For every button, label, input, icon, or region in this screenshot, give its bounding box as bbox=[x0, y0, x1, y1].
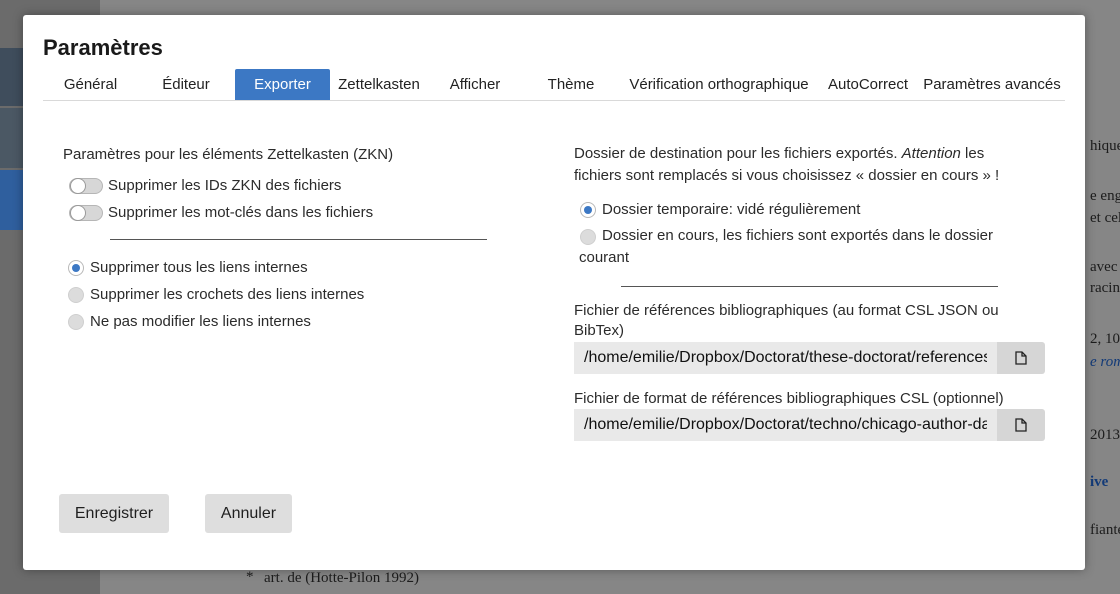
radio-temp-folder[interactable] bbox=[580, 202, 596, 218]
background-text: ive bbox=[1090, 474, 1109, 490]
background-text: 2013 bbox=[1090, 427, 1120, 443]
radio-remove-link-brackets-label: Supprimer les crochets des liens interne… bbox=[90, 286, 365, 303]
background-text: racine bbox=[1090, 280, 1120, 296]
tab-export[interactable]: Exporter bbox=[235, 69, 330, 100]
tab-editor[interactable]: Éditeur bbox=[138, 69, 234, 100]
zkn-section-label: Paramètres pour les éléments Zettelkaste… bbox=[63, 146, 394, 163]
background-text: hique bbox=[1090, 138, 1120, 154]
tab-display[interactable]: Afficher bbox=[427, 69, 523, 100]
destination-description-text: Dossier de destination pour les fichiers… bbox=[574, 145, 902, 162]
right-divider bbox=[621, 286, 998, 287]
tab-theme[interactable]: Thème bbox=[523, 69, 619, 100]
bib-file-label: Fichier de références bibliographiques (… bbox=[574, 302, 999, 339]
toggle-remove-keywords[interactable] bbox=[69, 205, 103, 221]
radio-remove-all-links-label: Supprimer tous les liens internes bbox=[90, 259, 308, 276]
csl-file-input[interactable] bbox=[574, 409, 997, 441]
background-text: e eng bbox=[1090, 188, 1120, 204]
tab-general[interactable]: Général bbox=[43, 69, 138, 100]
settings-dialog: Paramètres Général Éditeur Exporter Zett… bbox=[23, 15, 1085, 570]
radio-temp-folder-label: Dossier temporaire: vidé régulièrement bbox=[602, 201, 861, 218]
background-sidebar-block bbox=[0, 48, 24, 106]
bib-file-input[interactable] bbox=[574, 342, 997, 374]
background-text: et cell bbox=[1090, 210, 1120, 226]
radio-keep-links[interactable] bbox=[68, 314, 84, 330]
dialog-title: Paramètres bbox=[43, 35, 163, 60]
left-divider bbox=[110, 239, 487, 240]
background-text: e rom bbox=[1090, 354, 1120, 370]
file-icon bbox=[1015, 351, 1027, 365]
background-text: fiante bbox=[1090, 522, 1120, 538]
cancel-button[interactable]: Annuler bbox=[205, 494, 292, 533]
tab-autocorrect[interactable]: AutoCorrect bbox=[821, 69, 915, 100]
toggle-remove-zkn-ids[interactable] bbox=[69, 178, 103, 194]
background-text: avec bbox=[1090, 259, 1118, 275]
background-sidebar-block-active bbox=[0, 170, 24, 230]
radio-keep-links-label: Ne pas modifier les liens internes bbox=[90, 313, 311, 330]
tab-spellcheck[interactable]: Vérification orthographique bbox=[621, 69, 817, 100]
background-text: 2, 10 bbox=[1090, 331, 1120, 347]
radio-remove-link-brackets[interactable] bbox=[68, 287, 84, 303]
toggle-remove-zkn-ids-label: Supprimer les IDs ZKN des fichiers bbox=[108, 177, 342, 194]
destination-description: Dossier de destination pour les fichiers… bbox=[574, 143, 1024, 187]
radio-current-folder-label: Dossier en cours, les fichiers sont expo… bbox=[579, 227, 994, 266]
bib-file-picker-button[interactable] bbox=[997, 342, 1045, 374]
destination-warning: Attention bbox=[901, 145, 961, 162]
save-button[interactable]: Enregistrer bbox=[59, 494, 169, 533]
toggle-knob bbox=[70, 205, 86, 221]
toggle-remove-keywords-label: Supprimer les mot-clés dans les fichiers bbox=[108, 204, 374, 221]
background-text: art. de (Hotte-Pilon 1992) bbox=[264, 570, 419, 586]
file-icon bbox=[1015, 418, 1027, 432]
csl-file-picker-button[interactable] bbox=[997, 409, 1045, 441]
csl-file-label: Fichier de format de références bibliogr… bbox=[574, 390, 1004, 407]
tab-zettelkasten[interactable]: Zettelkasten bbox=[331, 69, 427, 100]
background-bullet: * bbox=[246, 569, 254, 585]
tab-advanced[interactable]: Paramètres avancés bbox=[919, 69, 1065, 100]
radio-remove-all-links[interactable] bbox=[68, 260, 84, 276]
toggle-knob bbox=[70, 178, 86, 194]
background-sidebar-block bbox=[0, 108, 24, 168]
tab-bar: Général Éditeur Exporter Zettelkasten Af… bbox=[43, 69, 1065, 101]
